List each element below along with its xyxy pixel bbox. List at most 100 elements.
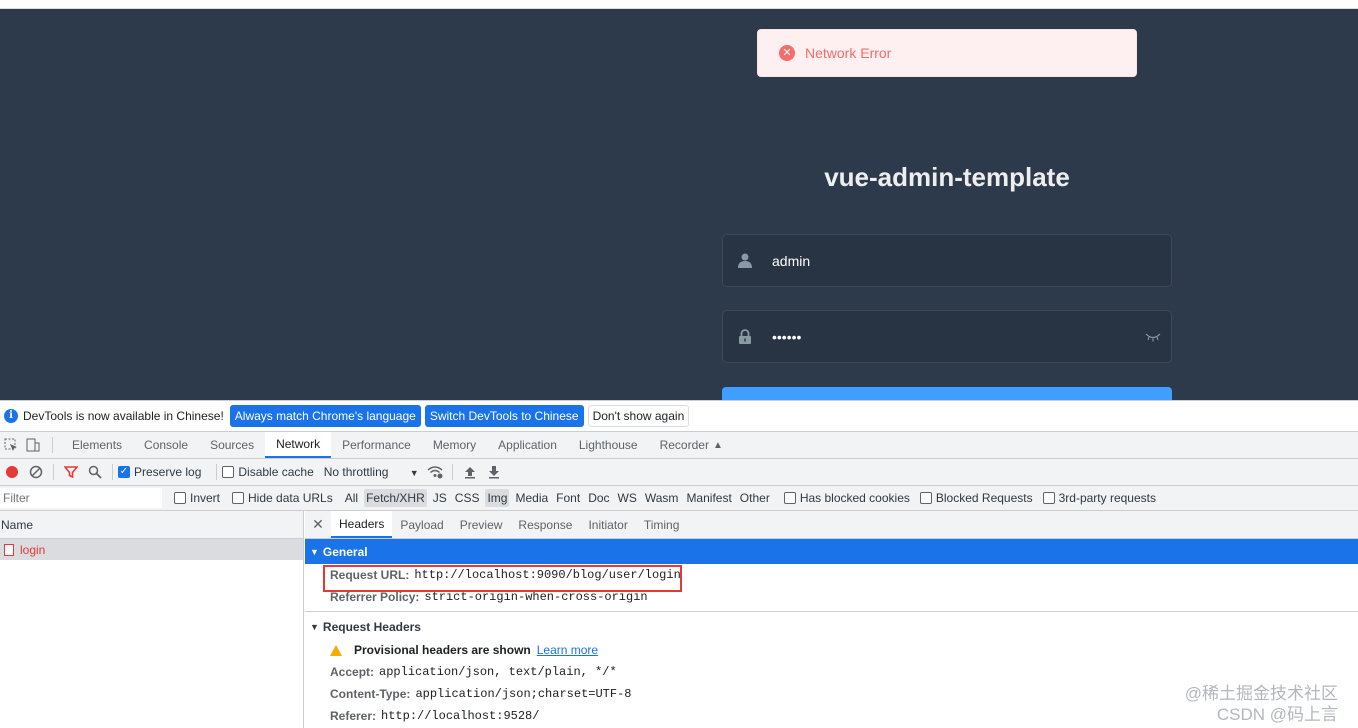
export-har-icon[interactable] <box>482 460 506 484</box>
inspect-element-icon[interactable] <box>0 432 22 458</box>
user-icon <box>723 253 767 268</box>
toast-message: Network Error <box>805 45 892 61</box>
hide-data-urls-label: Hide data URLs <box>248 491 333 505</box>
tab-sources[interactable]: Sources <box>199 432 265 458</box>
learn-more-link[interactable]: Learn more <box>537 643 598 657</box>
request-headers-section-header[interactable]: ▼ Request Headers <box>305 614 1358 639</box>
tab-performance[interactable]: Performance <box>331 432 422 458</box>
error-toast: ✕ Network Error <box>757 29 1137 77</box>
import-har-icon[interactable] <box>458 460 482 484</box>
match-language-button[interactable]: Always match Chrome's language <box>229 405 421 427</box>
throttling-value: No throttling <box>323 465 389 479</box>
tab-console[interactable]: Console <box>133 432 199 458</box>
content-type-value: application/json;charset=UTF-8 <box>415 687 632 701</box>
column-header-name[interactable]: Name <box>0 511 303 539</box>
triangle-down-icon: ▼ <box>310 546 319 557</box>
tab-memory[interactable]: Memory <box>422 432 487 458</box>
type-ws[interactable]: WS <box>616 489 639 507</box>
type-doc[interactable]: Doc <box>586 489 611 507</box>
toolbar-divider <box>52 437 53 453</box>
section-divider <box>305 611 1358 612</box>
third-party-checkbox[interactable] <box>1042 492 1055 504</box>
accept-row: Accept: application/json, text/plain, */… <box>305 661 1358 683</box>
type-js[interactable]: JS <box>431 489 449 507</box>
tab-payload[interactable]: Payload <box>392 511 451 538</box>
chevron-down-icon: ▼ <box>409 468 419 478</box>
invert-option[interactable]: Invert <box>174 491 220 505</box>
filter-input[interactable] <box>0 488 162 508</box>
watermark-line-2: CSDN @码上言 <box>1216 705 1338 724</box>
close-icon[interactable]: ✕ <box>305 511 331 538</box>
accept-label: Accept: <box>330 665 375 679</box>
detail-tabbar: ✕ Headers Payload Preview Response Initi… <box>305 511 1358 539</box>
filter-bar: Invert Hide data URLs All Fetch/XHR JS C… <box>0 486 1358 511</box>
tab-response[interactable]: Response <box>510 511 580 538</box>
username-input[interactable] <box>767 235 1171 286</box>
type-media[interactable]: Media <box>513 489 550 507</box>
has-blocked-cookies-option[interactable]: Has blocked cookies <box>783 491 910 505</box>
disable-cache-label: Disable cache <box>238 465 314 479</box>
tab-lighthouse[interactable]: Lighthouse <box>568 432 649 458</box>
request-name: login <box>20 542 46 557</box>
request-row[interactable]: login <box>0 539 303 560</box>
referer-label: Referer: <box>330 709 377 723</box>
tab-application[interactable]: Application <box>487 432 568 458</box>
provisional-warning: Provisional headers are shown Learn more <box>305 639 1358 661</box>
type-font[interactable]: Font <box>554 489 582 507</box>
infobar-message: DevTools is now available in Chinese! <box>23 409 224 423</box>
network-toolbar: ✓ Preserve log Disable cache No throttli… <box>0 459 1358 486</box>
username-field[interactable] <box>722 234 1172 287</box>
dont-show-again-button[interactable]: Don't show again <box>587 405 690 427</box>
preserve-log-checkbox[interactable]: ✓ <box>118 466 130 478</box>
throttling-select[interactable]: No throttling ▼ <box>324 465 419 479</box>
tab-initiator[interactable]: Initiator <box>580 511 635 538</box>
record-icon[interactable] <box>0 460 24 484</box>
tab-headers[interactable]: Headers <box>331 511 393 538</box>
disable-cache-checkbox[interactable] <box>222 466 235 478</box>
tab-recorder[interactable]: Recorder ▲ <box>649 432 734 458</box>
type-css[interactable]: CSS <box>453 489 482 507</box>
blocked-requests-option[interactable]: Blocked Requests <box>919 491 1033 505</box>
password-input[interactable] <box>767 311 1135 362</box>
type-img[interactable]: Img <box>485 489 510 507</box>
search-icon[interactable] <box>83 460 107 484</box>
error-circle-icon: ✕ <box>779 45 795 61</box>
tab-recorder-label: Recorder <box>659 438 709 452</box>
type-all[interactable]: All <box>343 489 360 507</box>
general-section-header[interactable]: ▼ General <box>305 539 1358 564</box>
filter-icon[interactable] <box>59 460 83 484</box>
network-conditions-icon[interactable] <box>423 460 447 484</box>
blocked-requests-label: Blocked Requests <box>935 491 1033 505</box>
type-fetch-xhr[interactable]: Fetch/XHR <box>364 489 427 507</box>
hide-data-urls-checkbox[interactable] <box>232 492 245 504</box>
lock-icon <box>723 329 767 344</box>
preserve-log-label: Preserve log <box>134 465 202 479</box>
tab-elements[interactable]: Elements <box>61 432 133 458</box>
device-toolbar-icon[interactable] <box>22 432 44 458</box>
invert-label: Invert <box>190 491 221 505</box>
referrer-policy-value: strict-origin-when-cross-origin <box>424 590 648 604</box>
type-wasm[interactable]: Wasm <box>643 489 681 507</box>
third-party-option[interactable]: 3rd-party requests <box>1042 491 1156 505</box>
document-icon <box>4 543 14 556</box>
has-blocked-cookies-checkbox[interactable] <box>783 492 796 504</box>
type-manifest[interactable]: Manifest <box>684 489 733 507</box>
tab-preview[interactable]: Preview <box>452 511 511 538</box>
toolbar-divider <box>112 464 113 480</box>
hide-data-urls-option[interactable]: Hide data URLs <box>232 491 333 505</box>
devtools-panel: i DevTools is now available in Chinese! … <box>0 400 1358 728</box>
app-viewport: ✕ Network Error vue-admin-template <box>0 0 1358 400</box>
tab-timing[interactable]: Timing <box>636 511 688 538</box>
warning-icon <box>330 644 342 656</box>
tab-network[interactable]: Network <box>265 432 332 458</box>
login-button[interactable] <box>722 387 1172 400</box>
type-other[interactable]: Other <box>738 489 772 507</box>
eye-closed-icon[interactable] <box>1135 332 1171 342</box>
content-type-label: Content-Type: <box>330 687 411 701</box>
toolbar-divider <box>451 464 453 480</box>
password-field[interactable] <box>722 310 1172 363</box>
blocked-requests-checkbox[interactable] <box>919 492 932 504</box>
clear-icon[interactable] <box>24 460 48 484</box>
switch-chinese-button[interactable]: Switch DevTools to Chinese <box>424 405 584 427</box>
invert-checkbox[interactable] <box>174 492 186 504</box>
